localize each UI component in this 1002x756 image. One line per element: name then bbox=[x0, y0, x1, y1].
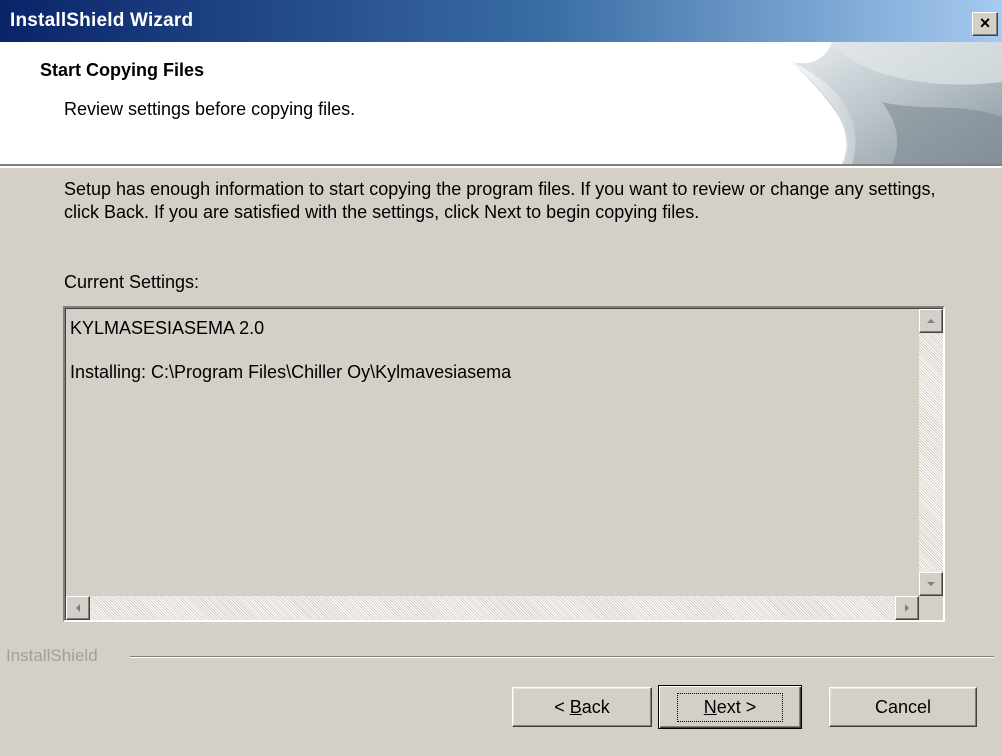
installshield-brand-label: InstallShield bbox=[6, 646, 98, 665]
window-title: InstallShield Wizard bbox=[10, 10, 194, 31]
vertical-scrollbar[interactable] bbox=[919, 309, 943, 596]
wizard-header-graphic bbox=[772, 42, 1002, 164]
page-title: Start Copying Files bbox=[40, 60, 205, 80]
current-settings-label: Current Settings: bbox=[64, 272, 200, 292]
arrow-up-icon bbox=[927, 319, 935, 323]
wizard-header: Start Copying Files Review settings befo… bbox=[0, 42, 1002, 168]
intro-text: Setup has enough information to start co… bbox=[64, 179, 936, 222]
scroll-right-button[interactable] bbox=[895, 596, 919, 620]
arrow-down-icon bbox=[927, 582, 935, 586]
back-button[interactable]: < Back bbox=[512, 687, 652, 727]
settings-line-install-path: Installing: C:\Program Files\Chiller Oy\… bbox=[70, 362, 512, 382]
settings-text-area: KYLMASESIASEMA 2.0 Installing: C:\Progra… bbox=[65, 308, 943, 620]
title-bar: InstallShield Wizard × bbox=[0, 0, 1002, 42]
scroll-down-button[interactable] bbox=[919, 572, 943, 596]
page-subtitle: Review settings before copying files. bbox=[64, 99, 356, 119]
back-button-label: < Back bbox=[554, 696, 610, 717]
settings-text: KYLMASESIASEMA 2.0 Installing: C:\Progra… bbox=[70, 317, 511, 405]
arrow-right-icon bbox=[905, 604, 909, 612]
next-button-label: Next > bbox=[676, 692, 784, 722]
close-button[interactable]: × bbox=[972, 12, 998, 36]
current-settings-box[interactable]: KYLMASESIASEMA 2.0 Installing: C:\Progra… bbox=[63, 306, 945, 622]
scroll-corner bbox=[919, 596, 943, 620]
scroll-up-button[interactable] bbox=[919, 309, 943, 333]
next-button[interactable]: Next > bbox=[658, 685, 802, 729]
horizontal-scrollbar[interactable] bbox=[66, 596, 919, 620]
installshield-wizard-window: InstallShield Wizard × Start Copying Fil… bbox=[0, 0, 1002, 756]
settings-line-product: KYLMASESIASEMA 2.0 bbox=[70, 318, 265, 338]
cancel-button[interactable]: Cancel bbox=[829, 687, 977, 727]
scroll-left-button[interactable] bbox=[66, 596, 90, 620]
close-icon: × bbox=[979, 13, 991, 33]
arrow-left-icon bbox=[76, 604, 80, 612]
footer-divider bbox=[130, 656, 994, 658]
